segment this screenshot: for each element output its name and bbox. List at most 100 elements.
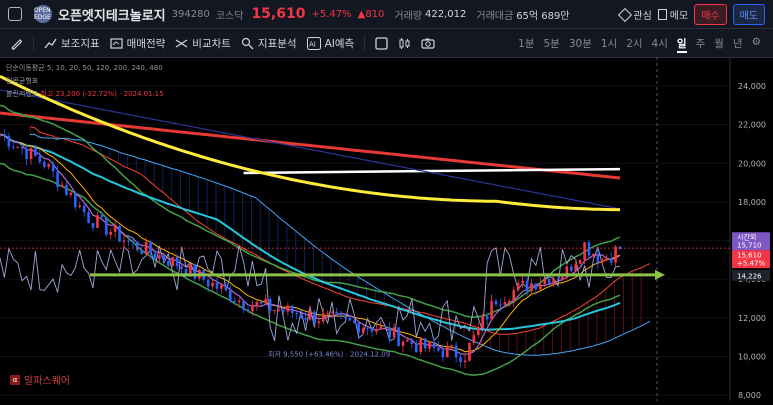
candle-body bbox=[552, 278, 555, 285]
candle-body bbox=[414, 344, 418, 353]
memo-icon bbox=[657, 9, 667, 20]
indicators-button[interactable]: 보조지표 bbox=[44, 36, 100, 51]
interval-4[interactable]: 2시 bbox=[626, 36, 642, 53]
candle-body bbox=[361, 328, 365, 333]
interval-9[interactable]: 년 bbox=[733, 36, 743, 53]
layout-toggle-icon[interactable] bbox=[8, 7, 22, 21]
candle-body bbox=[370, 328, 374, 332]
interval-2[interactable]: 30분 bbox=[569, 36, 592, 53]
candle-body bbox=[233, 301, 237, 303]
candle-body bbox=[304, 318, 307, 320]
memo-button[interactable]: 메모 bbox=[657, 7, 689, 22]
y-tick-label: 22,000 bbox=[738, 121, 766, 130]
candle-body bbox=[406, 339, 409, 342]
candle-body bbox=[242, 300, 245, 310]
amount-value: 65억 689만 bbox=[516, 10, 570, 22]
candle-body bbox=[432, 341, 436, 348]
drawing-tool-button[interactable] bbox=[10, 37, 23, 50]
candle-body bbox=[485, 316, 489, 320]
interval-8[interactable]: 월 bbox=[714, 36, 724, 53]
candle-body bbox=[25, 148, 28, 160]
ai-forecast-label: AI예측 bbox=[324, 37, 355, 50]
strategy-icon bbox=[110, 37, 123, 49]
memo-label: 메모 bbox=[669, 11, 689, 22]
analysis-button[interactable]: 지표분석 bbox=[241, 36, 297, 51]
candle-body bbox=[490, 300, 493, 320]
market-name: 코스닥 bbox=[215, 10, 244, 22]
candle-body bbox=[330, 311, 334, 313]
candle-type-button[interactable] bbox=[398, 37, 411, 50]
candle-body bbox=[512, 290, 516, 302]
interval-1[interactable]: 5분 bbox=[543, 36, 559, 53]
interval-7[interactable]: 주 bbox=[696, 36, 706, 53]
strategy-button[interactable]: 매매전략 bbox=[110, 36, 165, 51]
candle-body bbox=[445, 346, 449, 358]
compare-icon bbox=[175, 38, 188, 48]
ai-forecast-button[interactable]: AI AI예측 bbox=[306, 36, 355, 51]
watermark-text: 알파스퀘어 bbox=[24, 376, 70, 387]
price-chart[interactable]: 8,00010,00012,00014,00016,00018,00020,00… bbox=[0, 57, 773, 401]
change-percent: +5.47% bbox=[311, 8, 352, 20]
legend-ichimoku-label: 일목균형표 bbox=[6, 77, 39, 85]
candle-body bbox=[60, 184, 64, 187]
header-actions: 관심 메모 매수 매도 bbox=[618, 4, 765, 25]
candle-body bbox=[228, 289, 232, 302]
candle-body bbox=[82, 205, 86, 213]
candle-body bbox=[42, 161, 46, 168]
company-logo: OPEN EDGE bbox=[34, 5, 52, 23]
candle-body bbox=[344, 315, 347, 318]
alphasquare-logo-icon: α bbox=[10, 374, 20, 385]
candle-body bbox=[507, 301, 511, 303]
candle-body bbox=[282, 309, 285, 312]
candle-body bbox=[153, 253, 157, 259]
candle-body bbox=[609, 258, 613, 263]
candle-body bbox=[290, 305, 294, 314]
candle-body bbox=[538, 284, 542, 290]
ai-icon: AI bbox=[306, 36, 321, 50]
candle-body bbox=[7, 136, 11, 147]
candle-body bbox=[600, 260, 604, 263]
candle-body bbox=[308, 311, 312, 320]
sell-button[interactable]: 매도 bbox=[732, 4, 765, 25]
current-price: 15,610 bbox=[251, 6, 306, 22]
candle-body bbox=[118, 225, 121, 242]
candle-body bbox=[149, 241, 152, 254]
watermark: α 알파스퀘어 bbox=[10, 372, 70, 387]
interval-5[interactable]: 4시 bbox=[652, 36, 668, 53]
compare-button[interactable]: 비교차트 bbox=[175, 36, 231, 51]
candle-body bbox=[3, 134, 6, 137]
watch-button[interactable]: 관심 bbox=[618, 7, 652, 22]
watch-label: 관심 bbox=[633, 11, 652, 22]
candle-body bbox=[73, 192, 77, 208]
y-tick-label: 8,000 bbox=[738, 391, 761, 400]
settings-gear-icon[interactable]: ⚙ bbox=[752, 36, 761, 53]
interval-selector: 1분 5분 30분 1시 2시 4시 일 주 월 년 ⚙ bbox=[518, 36, 761, 53]
legend-ma[interactable]: 단순이동평균 5, 10, 20, 50, 120, 200, 240, 480 bbox=[6, 62, 164, 75]
price-tag-value: 15,710 bbox=[737, 242, 762, 250]
interval-6[interactable]: 일 bbox=[676, 36, 687, 53]
chart-canvas[interactable]: 8,00010,00012,00014,00016,00018,00020,00… bbox=[0, 57, 773, 401]
candle-body bbox=[127, 240, 130, 242]
star-icon bbox=[618, 7, 633, 22]
candle-body bbox=[468, 343, 471, 361]
interval-3[interactable]: 1시 bbox=[601, 36, 617, 53]
candle-body bbox=[211, 282, 214, 287]
chart-type-square-button[interactable] bbox=[375, 36, 388, 50]
interval-0[interactable]: 1분 bbox=[518, 36, 534, 53]
screenshot-button[interactable] bbox=[421, 37, 435, 50]
candle-body bbox=[29, 148, 33, 160]
candle-body bbox=[494, 300, 498, 305]
candle-body bbox=[596, 253, 600, 263]
candle-body bbox=[441, 350, 445, 358]
candle-body bbox=[91, 223, 95, 228]
candle-body bbox=[463, 360, 467, 363]
legend-bollinger[interactable]: 볼린저밴드 최고 23,200 (-32.72%) · 2024.01.15 bbox=[6, 88, 164, 101]
candle-body bbox=[65, 184, 68, 195]
candle-body bbox=[295, 313, 299, 315]
candle-body bbox=[96, 215, 99, 228]
buy-button[interactable]: 매수 bbox=[694, 4, 727, 25]
candle-body bbox=[569, 266, 573, 272]
legend-ichimoku[interactable]: 일목균형표 bbox=[6, 75, 164, 88]
candle-body bbox=[379, 326, 383, 330]
stock-name[interactable]: 오픈엣지테크놀로지 bbox=[58, 5, 166, 24]
